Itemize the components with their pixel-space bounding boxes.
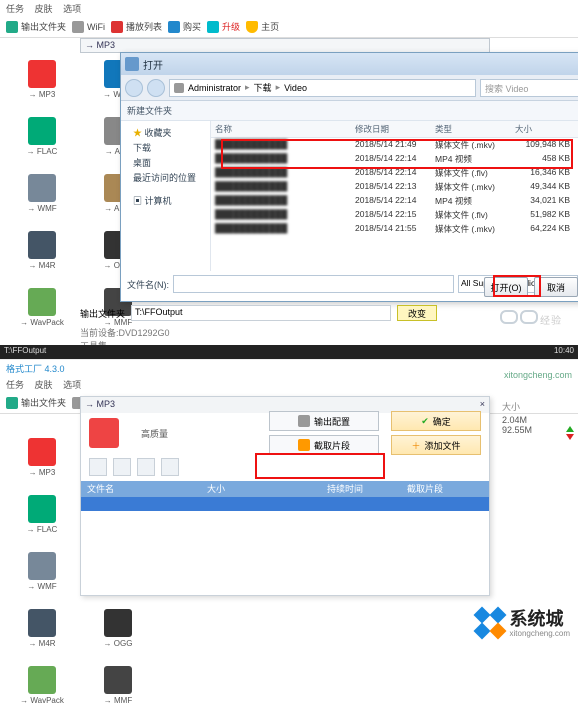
add-file-button[interactable]: ＋添加文件: [391, 435, 481, 455]
format-mp3[interactable]: → MP3: [6, 438, 78, 477]
format-flac[interactable]: → FLAC: [6, 117, 78, 156]
list-row-selected[interactable]: [81, 497, 489, 511]
playlist-button[interactable]: 播放列表: [111, 20, 162, 33]
user-icon: [174, 83, 184, 93]
remove-icon[interactable]: [137, 458, 155, 476]
format-wavpack[interactable]: → WavPack: [6, 288, 78, 327]
credit-text: xitongcheng.com: [504, 370, 572, 380]
file-row[interactable]: ████████████2018/5/14 22:14MP4 视频34,021 …: [211, 194, 578, 208]
cart-icon: [168, 21, 180, 33]
wifi-button[interactable]: WiFi: [72, 21, 105, 33]
menu-bar: 任务 皮肤 选项: [0, 0, 578, 16]
file-row[interactable]: ████████████2018/5/14 21:55媒体文件 (.mkv)64…: [211, 222, 578, 236]
format-mmf[interactable]: → MMF: [82, 666, 154, 705]
output-config-button[interactable]: 输出配置: [269, 411, 379, 431]
mp3-icon: [89, 418, 119, 448]
buy-button[interactable]: 购买: [168, 20, 201, 33]
change-button[interactable]: 改变: [397, 305, 437, 321]
home-icon: [246, 21, 258, 33]
mp3-window-title: → MP3: [80, 38, 490, 53]
screenshot-2: 格式工厂 4.3.0 任务 皮肤 选项 输出文件夹 WiFi 播放列表 购买 升…: [0, 360, 578, 644]
format-wmf[interactable]: → WMF: [6, 552, 78, 591]
open-file-dialog: 打开 Administrator▸ 下载▸ Video 搜索 Video 新建文…: [120, 52, 578, 302]
upgrade-button[interactable]: 升级: [207, 20, 240, 33]
format-flac[interactable]: → FLAC: [6, 495, 78, 534]
format-m4r[interactable]: → M4R: [6, 231, 78, 270]
menu-bar-2: 格式工厂 4.3.0: [0, 360, 578, 376]
close-icon[interactable]: ×: [480, 399, 485, 411]
cut-segment-button[interactable]: 截取片段: [269, 435, 379, 455]
breadcrumb[interactable]: Administrator▸ 下载▸ Video: [169, 79, 476, 97]
brand-logo: 系统城 xitongcheng.com: [474, 605, 570, 638]
info-icon[interactable]: [113, 458, 131, 476]
ok-button[interactable]: ✔确定: [391, 411, 481, 431]
dialog-icon: [125, 57, 139, 71]
file-row[interactable]: ████████████2018/5/14 22:13媒体文件 (.mkv)49…: [211, 180, 578, 194]
organize-bar[interactable]: 新建文件夹: [121, 101, 578, 121]
filename-input[interactable]: [173, 275, 454, 293]
menu-task[interactable]: 任务: [6, 4, 24, 14]
back-button[interactable]: [125, 79, 143, 97]
sort-arrows: [566, 426, 574, 440]
clear-icon[interactable]: [161, 458, 179, 476]
file-row[interactable]: ████████████2018/5/14 21:49媒体文件 (.mkv)10…: [211, 138, 578, 152]
app-title: 格式工厂 4.3.0: [6, 364, 65, 374]
screenshot-1: 任务 皮肤 选项 输出文件夹 WiFi 播放列表 购买 升级 主页 → MP3→…: [0, 0, 578, 360]
arrow-up-icon: [566, 426, 574, 432]
mp3-win-title: → MP3: [85, 399, 115, 411]
dialog-nav: Administrator▸ 下载▸ Video 搜索 Video: [121, 75, 578, 101]
menu-bar-2b: 任务 皮肤 选项: [0, 376, 578, 392]
folder-icon: [6, 21, 18, 33]
taskbar: T:\FFOutput10:40: [0, 345, 578, 359]
open-button[interactable]: 打开(O): [484, 277, 528, 297]
file-row[interactable]: ████████████2018/5/14 22:15媒体文件 (.flv)51…: [211, 208, 578, 222]
format-wmf[interactable]: → WMF: [6, 174, 78, 213]
forward-button[interactable]: [147, 79, 165, 97]
search-input[interactable]: 搜索 Video: [480, 79, 578, 97]
icon-row: [81, 453, 489, 481]
folder-tree[interactable]: ★ 收藏夹 下载 桌面 最近访问的位置 ▣ 计算机: [121, 121, 211, 271]
mp3-config-window: → MP3 × 高质量 输出配置 截取片段 ✔确定 ＋添加文件 文件名大小 持续时…: [80, 396, 490, 596]
format-mp3[interactable]: → MP3: [6, 60, 78, 99]
filename-label: 文件名(N):: [127, 278, 169, 291]
arrow-down-icon: [566, 434, 574, 440]
wifi-icon: [72, 21, 84, 33]
file-row[interactable]: ████████████2018/5/14 22:14媒体文件 (.flv)16…: [211, 166, 578, 180]
menu-skin[interactable]: 皮肤: [35, 4, 53, 14]
play-icon[interactable]: [89, 458, 107, 476]
quality-label: 高质量: [141, 427, 168, 440]
x-icon: [111, 21, 123, 33]
dialog-titlebar[interactable]: 打开: [121, 53, 578, 75]
file-list[interactable]: 名称修改日期 类型大小 ████████████2018/5/14 21:49媒…: [211, 121, 578, 271]
app-toolbar: 输出文件夹 WiFi 播放列表 购买 升级 主页: [0, 16, 578, 38]
right-info: 大小 2.04M 92.55M: [502, 400, 572, 435]
scissors-icon: [298, 439, 310, 451]
menu-option[interactable]: 选项: [63, 4, 81, 14]
output-path[interactable]: T:\FFOutput: [131, 305, 391, 321]
format-wavpack[interactable]: → WavPack: [6, 666, 78, 705]
watermark: 经验: [500, 310, 562, 327]
refresh-icon: [207, 21, 219, 33]
file-row[interactable]: ████████████2018/5/14 22:14MP4 视频458 KB: [211, 152, 578, 166]
list-header: 文件名大小 持续时间截取片段: [81, 481, 489, 497]
homepage-button[interactable]: 主页: [246, 20, 279, 33]
format-ogg[interactable]: → OGG: [82, 609, 154, 648]
gear-icon: [298, 415, 310, 427]
outlist-button[interactable]: 输出文件夹: [6, 20, 66, 33]
format-m4r[interactable]: → M4R: [6, 609, 78, 648]
cancel-button[interactable]: 取消: [534, 277, 578, 297]
dialog-title: 打开: [143, 57, 163, 72]
